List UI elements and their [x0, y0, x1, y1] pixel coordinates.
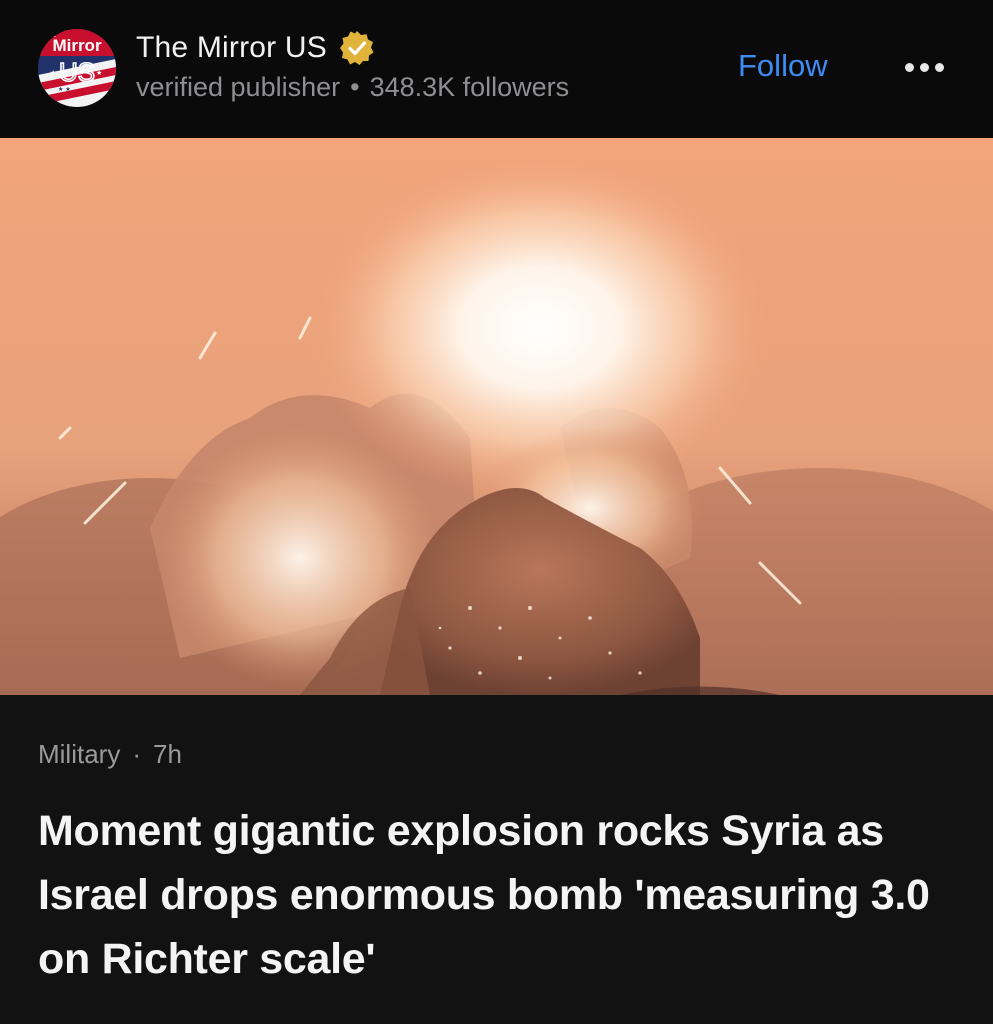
publisher-meta: verified publisher • 348.3K followers: [136, 72, 569, 103]
logo-mirror-text: Mirror: [52, 36, 102, 55]
svg-text:★: ★: [50, 69, 56, 77]
article-meta: Military · 7h: [38, 739, 182, 770]
publisher-header: THE Mirror US ★ ★ ★ ★ The Mirror US veri…: [0, 0, 993, 138]
svg-text:★ ★: ★ ★: [58, 86, 71, 93]
verified-badge-icon: [339, 31, 374, 65]
meta-separator: •: [350, 72, 360, 102]
more-options-button[interactable]: [896, 50, 952, 84]
follower-count: 348.3K followers: [369, 72, 570, 102]
logo-us-text: US: [59, 57, 95, 87]
article-headline[interactable]: Moment gigantic explosion rocks Syria as…: [38, 799, 958, 991]
article-card[interactable]: Military · 7h Moment gigantic explosion …: [0, 695, 993, 1024]
publisher-subtitle: verified publisher: [136, 72, 341, 102]
article-category[interactable]: Military: [38, 739, 120, 770]
article-meta-separator: ·: [132, 739, 142, 769]
article-time: 7h: [153, 739, 182, 769]
mirror-us-logo-icon: THE Mirror US ★ ★ ★ ★: [38, 29, 116, 107]
article-hero-image[interactable]: [0, 138, 993, 695]
publisher-name-row: The Mirror US: [136, 28, 375, 68]
follow-button[interactable]: Follow: [728, 44, 838, 88]
more-dots-icon: [904, 62, 914, 72]
explosion-photo: [0, 138, 993, 695]
publisher-avatar[interactable]: THE Mirror US ★ ★ ★ ★: [38, 29, 116, 107]
publisher-name[interactable]: The Mirror US: [136, 31, 327, 65]
svg-text:★: ★: [96, 69, 102, 77]
